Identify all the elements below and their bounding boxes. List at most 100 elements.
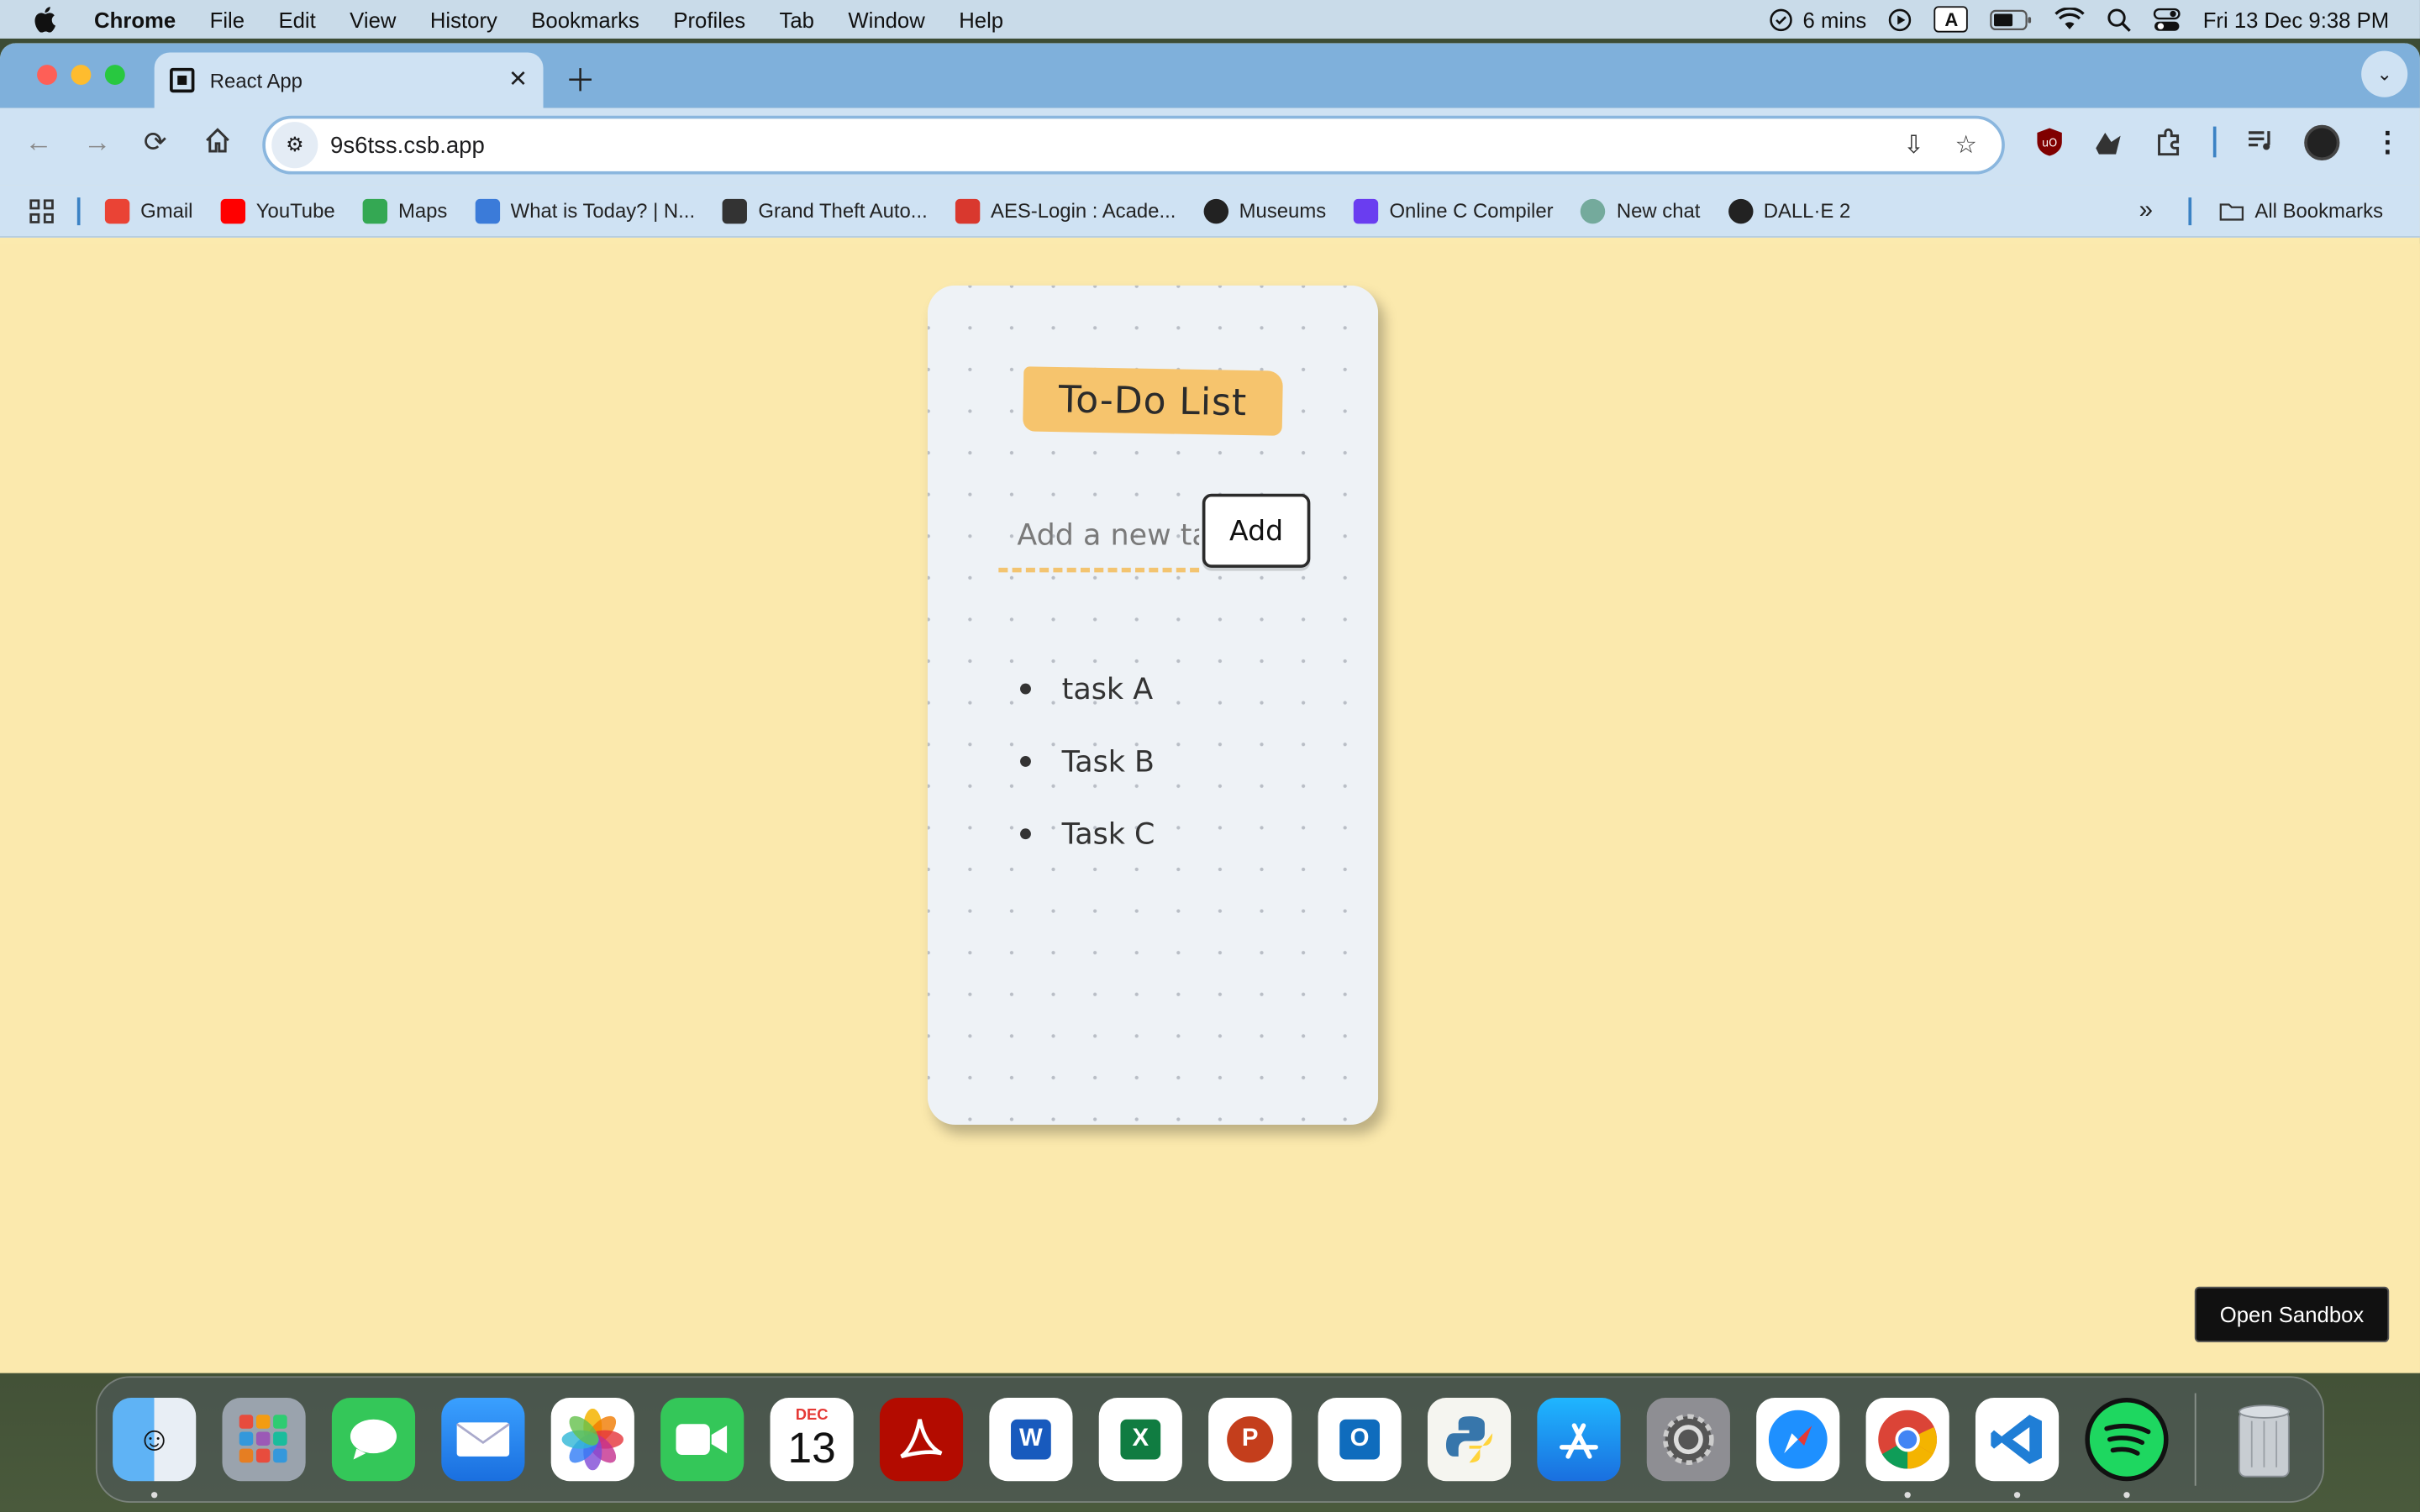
bookmark-label: Grand Theft Auto... (758, 198, 928, 223)
timer-status[interactable]: 6 mins (1769, 7, 1866, 32)
add-task-button[interactable]: Add (1202, 493, 1311, 568)
menu-bookmarks[interactable]: Bookmarks (531, 7, 639, 31)
reload-icon[interactable]: ⟳ (144, 127, 167, 160)
todo-card: To-Do List Add task A Task B Task C (927, 285, 1379, 1125)
url-text[interactable]: 9s6tss.csb.app (330, 132, 485, 158)
open-sandbox-button[interactable]: Open Sandbox (2194, 1286, 2390, 1342)
bookmark-item[interactable]: Maps (362, 198, 447, 223)
bookmark-item[interactable]: DALL·E 2 (1728, 198, 1850, 223)
menu-app-name[interactable]: Chrome (94, 7, 176, 31)
app-store-icon[interactable] (1537, 1398, 1621, 1482)
trash-icon[interactable] (2223, 1398, 2306, 1481)
apps-grid-icon[interactable] (28, 197, 55, 224)
facetime-icon[interactable] (660, 1398, 744, 1482)
vscode-icon[interactable] (1975, 1398, 2060, 1499)
menu-history[interactable]: History (430, 7, 497, 31)
control-center-icon[interactable] (2154, 7, 2181, 31)
chatgpt-icon (1581, 198, 1607, 223)
menu-window[interactable]: Window (848, 7, 924, 31)
safari-icon[interactable] (1756, 1398, 1840, 1482)
apple-icon[interactable] (31, 5, 59, 33)
excel-icon[interactable]: X (1098, 1398, 1182, 1482)
calendar-day: 13 (787, 1424, 836, 1473)
bookmark-item[interactable]: What is Today? | N... (475, 198, 695, 223)
globe-icon (1203, 198, 1228, 223)
bookmark-item[interactable]: New chat (1581, 198, 1700, 223)
mail-icon[interactable] (441, 1398, 525, 1482)
close-tab-icon[interactable]: ✕ (508, 65, 528, 92)
media-controls-icon[interactable] (2245, 127, 2276, 155)
close-window-button[interactable] (37, 65, 57, 86)
bullet-icon (1020, 828, 1031, 840)
gta-icon (723, 198, 748, 223)
bookmark-label: Museums (1239, 198, 1327, 223)
system-settings-icon[interactable] (1646, 1398, 1730, 1482)
new-tab-button[interactable]: ＋ (565, 55, 596, 100)
home-icon[interactable] (203, 127, 231, 162)
input-source-icon[interactable]: A (1934, 6, 1969, 33)
clock[interactable]: Fri 13 Dec 9:38 PM (2203, 7, 2390, 31)
profile-avatar[interactable] (2304, 124, 2340, 161)
install-app-icon[interactable]: ⇩ (1903, 129, 1924, 160)
youtube-icon (220, 198, 245, 223)
bookmark-item[interactable]: YouTube (220, 198, 335, 223)
bookmark-star-icon[interactable]: ☆ (1954, 129, 1976, 160)
messages-icon[interactable] (331, 1398, 416, 1482)
wifi-icon[interactable] (2054, 8, 2086, 31)
tab-react-app[interactable]: React App ✕ (154, 52, 544, 108)
extension-dark-reader-icon[interactable] (2093, 127, 2124, 158)
bookmark-label: Gmail (140, 198, 193, 223)
extensions-puzzle-icon[interactable] (2154, 127, 2186, 158)
bullet-icon (1020, 683, 1031, 695)
all-bookmarks-label: All Bookmarks (2254, 198, 2384, 223)
site-settings-icon[interactable]: ⚙ (271, 122, 318, 169)
task-item[interactable]: task A (1020, 653, 1155, 725)
bookmark-item[interactable]: Grand Theft Auto... (723, 198, 928, 223)
zoom-window-button[interactable] (104, 65, 125, 86)
dock: ☺ DEC 13 W X P O (95, 1376, 2325, 1503)
browser-toolbar: ← → ⟳ ⚙ 9s6tss.csb.app ⇩ ☆ uO ⋮ (0, 108, 2420, 186)
menu-view[interactable]: View (350, 7, 396, 31)
back-arrow-icon[interactable]: ← (24, 127, 52, 160)
more-bookmarks-chevron-icon[interactable]: » (2139, 197, 2153, 224)
task-item[interactable]: Task B (1020, 725, 1155, 797)
menu-edit[interactable]: Edit (278, 7, 315, 31)
ublock-origin-icon[interactable]: uO (2034, 127, 2065, 158)
forward-arrow-icon[interactable]: → (83, 127, 111, 160)
word-icon[interactable]: W (989, 1398, 1073, 1482)
menu-profiles[interactable]: Profiles (673, 7, 745, 31)
task-label: Task C (1061, 816, 1155, 851)
chrome-menu-icon[interactable]: ⋮ (2374, 127, 2402, 160)
new-task-input[interactable] (998, 501, 1200, 573)
bookmark-item[interactable]: Gmail (104, 198, 193, 223)
launchpad-icon[interactable] (222, 1398, 306, 1482)
tab-search-chevron-icon[interactable]: ⌄ (2361, 50, 2408, 97)
bookmark-item[interactable]: Museums (1203, 198, 1326, 223)
photos-icon[interactable] (550, 1398, 634, 1482)
address-bar[interactable]: ⚙ 9s6tss.csb.app ⇩ ☆ (262, 115, 2005, 175)
spotlight-search-icon[interactable] (2107, 7, 2132, 31)
battery-icon[interactable] (1990, 8, 2033, 30)
outlook-icon[interactable]: O (1318, 1398, 1402, 1482)
spotify-icon[interactable] (2085, 1398, 2169, 1499)
bookmark-item[interactable]: Online C Compiler (1354, 198, 1554, 223)
menu-help[interactable]: Help (959, 7, 1003, 31)
bookmark-item[interactable]: AES-Login : Acade... (955, 198, 1176, 223)
task-item[interactable]: Task C (1020, 798, 1155, 870)
react-app-favicon-icon (170, 67, 195, 93)
menu-tab[interactable]: Tab (779, 7, 813, 31)
acrobat-icon[interactable] (879, 1398, 964, 1482)
all-bookmarks-folder[interactable]: All Bookmarks (2219, 198, 2383, 223)
browser-window: React App ✕ ＋ ⌄ ← → ⟳ ⚙ 9s6tss.csb.app ⇩… (0, 43, 2420, 1373)
finder-icon[interactable]: ☺ (113, 1398, 197, 1499)
minimize-window-button[interactable] (71, 65, 92, 86)
toolbar-divider (2212, 126, 2217, 158)
todo-title: To-Do List (1058, 377, 1248, 425)
play-icon[interactable] (1888, 7, 1912, 31)
python-launcher-icon[interactable] (1427, 1398, 1512, 1482)
menu-bar: Chrome File Edit View History Bookmarks … (0, 0, 2420, 39)
calendar-icon[interactable]: DEC 13 (770, 1398, 854, 1482)
menu-file[interactable]: File (210, 7, 245, 31)
chrome-icon[interactable] (1865, 1398, 1949, 1499)
powerpoint-icon[interactable]: P (1208, 1398, 1292, 1482)
